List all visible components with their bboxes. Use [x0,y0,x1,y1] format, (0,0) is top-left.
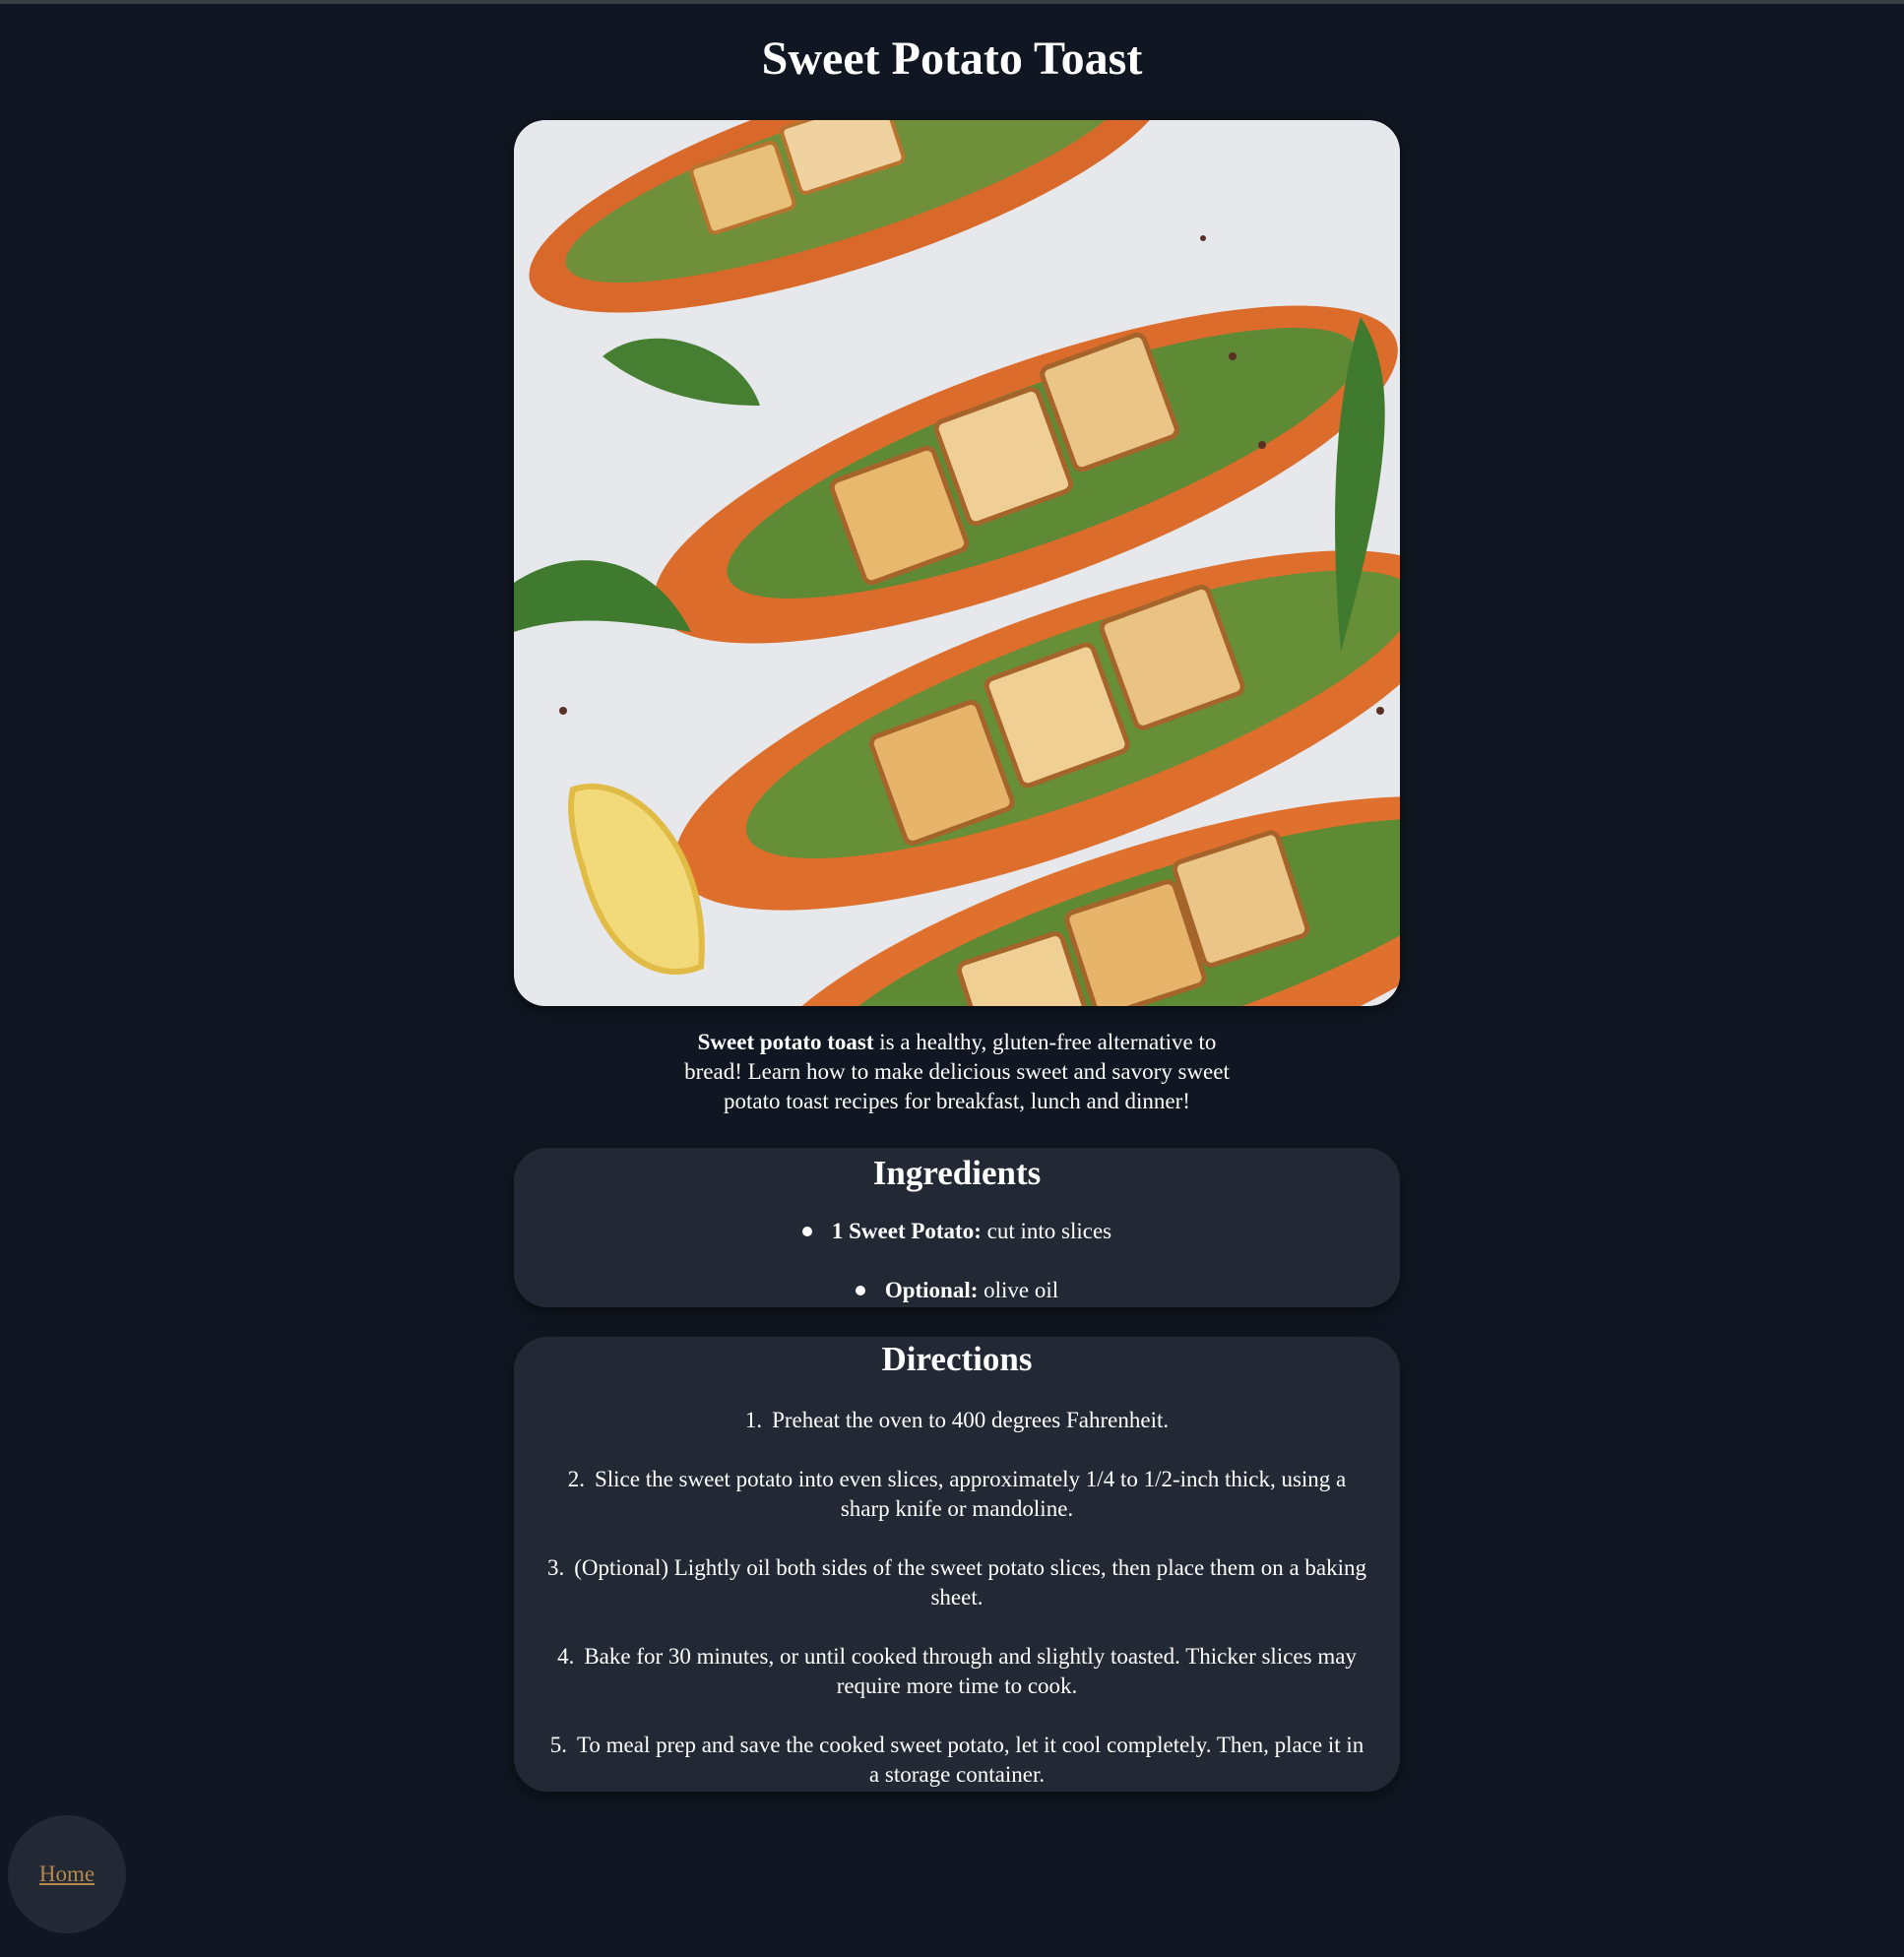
ingredients-card: Ingredients 1 Sweet Potato: cut into sli… [514,1148,1400,1307]
step-text: (Optional) Lightly oil both sides of the… [574,1555,1367,1580]
step-text: To meal prep and save the cooked sweet p… [576,1733,1365,1757]
home-link[interactable]: Home [39,1862,95,1887]
step-number: 1. [744,1408,763,1432]
direction-step: 2. Slice the sweet potato into even slice… [514,1465,1400,1524]
step-text-continued: require more time to cook. [836,1673,1078,1698]
ingredient-name: Optional: [884,1278,979,1302]
step-text-continued: sheet. [930,1585,984,1610]
sweet-potato-toast-photo-icon [514,120,1400,1006]
page-title: Sweet Potato Toast [761,32,1143,85]
ingredient-item: 1 Sweet Potato: cut into slices [514,1217,1400,1246]
intro-paragraph: Sweet potato toast is a healthy, gluten-… [671,1028,1242,1116]
step-text: Slice the sweet potato into even slices,… [594,1467,1347,1491]
ingredient-name: 1 Sweet Potato: [831,1219,982,1243]
home-button[interactable]: Home [8,1815,126,1933]
direction-step: 4. Bake for 30 minutes, or until cooked t… [514,1642,1400,1701]
step-text: Bake for 30 minutes, or until cooked thr… [584,1644,1357,1669]
bullet-icon [855,1285,865,1295]
ingredient-item: Optional: olive oil [514,1276,1400,1305]
step-number: 4. [557,1644,575,1669]
step-number: 2. [567,1467,585,1491]
step-number: 5. [549,1733,567,1757]
direction-step: 1. Preheat the oven to 400 degrees Fahren… [514,1406,1400,1435]
directions-heading: Directions [881,1340,1033,1378]
step-text-continued: sharp knife or mandoline. [840,1496,1074,1521]
direction-step: 5. To meal prep and save the cooked sweet… [514,1731,1400,1790]
browser-top-bar [0,0,1904,4]
ingredients-heading: Ingredients [872,1154,1042,1192]
step-text-continued: a storage container. [868,1762,1046,1787]
step-number: 3. [546,1555,565,1580]
directions-card: Directions 1. Preheat the oven to 400 deg… [514,1337,1400,1792]
ingredient-note: olive oil [978,1278,1059,1302]
ingredient-note: cut into slices [981,1219,1112,1243]
hero-image [514,120,1400,1006]
direction-step: 3. (Optional) Lightly oil both sides of t… [514,1553,1400,1612]
step-text: Preheat the oven to 400 degrees Fahrenhe… [772,1408,1170,1432]
bullet-icon [801,1226,812,1236]
intro-bold-text: Sweet potato toast [697,1030,874,1054]
